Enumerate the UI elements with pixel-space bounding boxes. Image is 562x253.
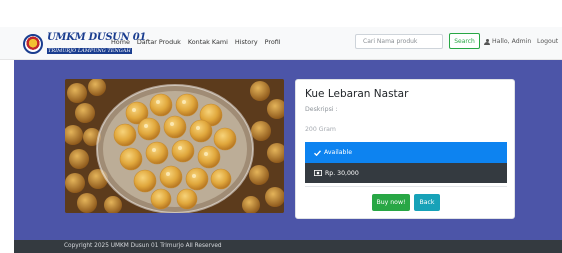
availability-status: Available — [305, 142, 507, 163]
buy-now-button[interactable]: Buy now! — [372, 194, 410, 211]
nav-item-daftar-produk[interactable]: Daftar Produk — [137, 38, 181, 46]
nav-item-history[interactable]: History — [235, 38, 258, 46]
logo-emblem-icon — [23, 33, 43, 54]
nav-item-profil[interactable]: Profil — [265, 38, 281, 46]
product-price: Rp. 30,000 — [325, 169, 359, 177]
price-row: Rp. 30,000 — [305, 163, 507, 183]
product-description-label: Deskripsi : — [305, 106, 338, 113]
logout-link[interactable]: Logout — [537, 38, 558, 45]
nav-links: Home Daftar Produk Kontak Kami History P… — [111, 38, 281, 46]
user-greeting: Hallo, Admin — [492, 38, 532, 45]
user-menu[interactable]: Hallo, Admin — [484, 38, 531, 45]
brand-subtitle: TRIMURJO LAMPUNG TENGAH — [47, 48, 132, 54]
product-weight: 200 Gram — [305, 126, 336, 133]
product-card: Kue Lebaran Nastar Deskripsi : 200 Gram … — [295, 79, 515, 219]
nav-item-home[interactable]: Home — [111, 38, 130, 46]
nav-item-kontak-kami[interactable]: Kontak Kami — [188, 38, 228, 46]
card-divider — [305, 186, 507, 187]
nastar-cookies-photo — [65, 79, 284, 213]
product-title: Kue Lebaran Nastar — [305, 88, 409, 100]
availability-text: Available — [324, 149, 353, 156]
search-button[interactable]: Search — [449, 33, 480, 49]
footer-copyright: Copyright 2025 UMKM Dusun 01 Trimurjo Al… — [64, 243, 222, 249]
user-icon — [484, 38, 490, 45]
browser-top-area — [0, 0, 562, 27]
back-button[interactable]: Back — [414, 194, 440, 211]
footer: Copyright 2025 UMKM Dusun 01 Trimurjo Al… — [14, 240, 562, 253]
check-icon — [314, 149, 321, 156]
product-image — [65, 79, 284, 213]
navbar: UMKM DUSUN 01 TRIMURJO LAMPUNG TENGAH Ho… — [0, 27, 562, 60]
money-icon — [314, 170, 322, 176]
search-input[interactable] — [355, 34, 443, 49]
